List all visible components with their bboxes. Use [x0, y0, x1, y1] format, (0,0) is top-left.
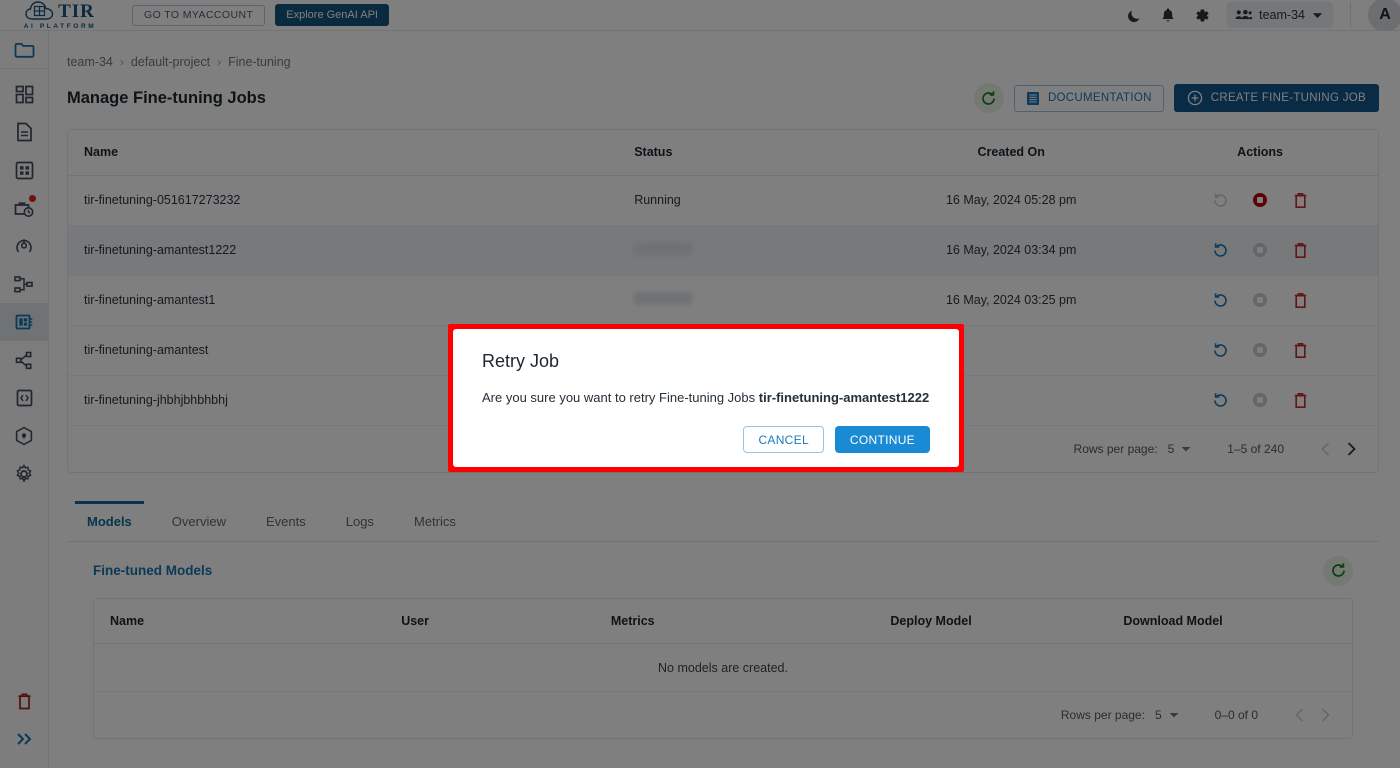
dialog-actions: CANCEL CONTINUE: [482, 426, 930, 453]
annotation-highlight-box: Retry Job Are you sure you want to retry…: [448, 324, 964, 472]
cancel-button[interactable]: CANCEL: [743, 426, 824, 453]
dialog-job-name: tir-finetuning-amantest1222: [758, 390, 930, 405]
dialog-message: Are you sure you want to retry Fine-tuni…: [482, 390, 930, 405]
dialog-message-prefix: Are you sure you want to retry Fine-tuni…: [482, 390, 759, 405]
app-root: TIR AI PLATFORM GO TO MYACCOUNT Explore …: [0, 0, 1400, 768]
continue-button[interactable]: CONTINUE: [834, 426, 930, 453]
dialog-title: Retry Job: [482, 351, 560, 371]
retry-job-dialog: Retry Job Are you sure you want to retry…: [453, 329, 959, 467]
